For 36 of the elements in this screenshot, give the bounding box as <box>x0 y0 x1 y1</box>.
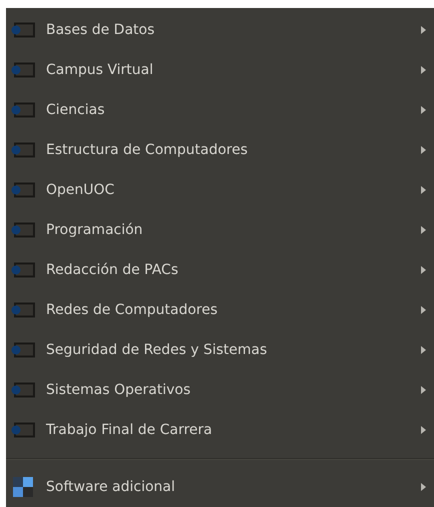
submenu-arrow-icon <box>421 146 426 154</box>
software-icon <box>10 476 36 498</box>
submenu-arrow-icon <box>421 386 426 394</box>
submenu-arrow-icon <box>421 266 426 274</box>
menu-item[interactable]: Trabajo Final de Carrera <box>6 410 434 450</box>
folder-icon <box>10 382 36 398</box>
submenu-arrow-icon <box>421 346 426 354</box>
folder-icon <box>10 142 36 158</box>
submenu-arrow-icon <box>421 106 426 114</box>
submenu-arrow-icon <box>421 306 426 314</box>
submenu-arrow-icon <box>421 186 426 194</box>
folder-icon <box>10 262 36 278</box>
folder-icon <box>10 62 36 78</box>
submenu-arrow-icon <box>421 26 426 34</box>
folder-icon <box>10 302 36 318</box>
menu-item[interactable]: Seguridad de Redes y Sistemas <box>6 330 434 370</box>
submenu-arrow-icon <box>421 66 426 74</box>
folder-icon <box>10 422 36 438</box>
menu-item[interactable]: Estructura de Computadores <box>6 130 434 170</box>
folder-icon <box>10 182 36 198</box>
menu-item[interactable]: Programación <box>6 210 434 250</box>
menu-item[interactable]: Sistemas Operativos <box>6 370 434 410</box>
folder-icon <box>10 22 36 38</box>
folder-icon <box>10 342 36 358</box>
submenu-arrow-icon <box>421 483 426 491</box>
menu-item[interactable]: Redes de Computadores <box>6 290 434 330</box>
submenu-arrow-icon <box>421 426 426 434</box>
menu-item[interactable]: OpenUOC <box>6 170 434 210</box>
menu-item[interactable]: Bases de Datos <box>6 10 434 50</box>
folder-icon <box>10 222 36 238</box>
menu-item[interactable]: Campus Virtual <box>6 50 434 90</box>
submenu-arrow-icon <box>421 226 426 234</box>
menu-item[interactable]: Software adicional <box>6 467 434 507</box>
menu-item[interactable]: Ciencias <box>6 90 434 130</box>
menu-item[interactable]: Redacción de PACs <box>6 250 434 290</box>
folder-icon <box>10 102 36 118</box>
